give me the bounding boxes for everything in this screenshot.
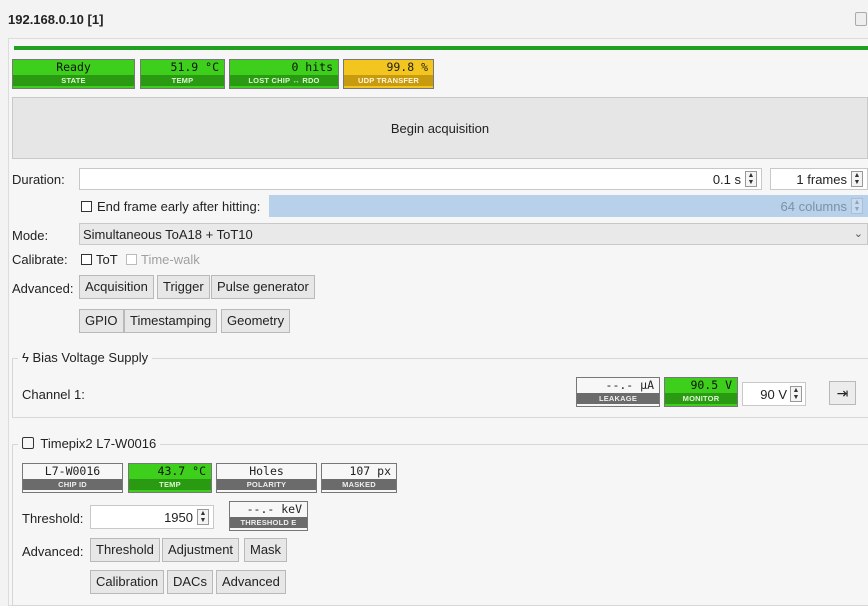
- frames-input[interactable]: 1 frames ▲ ▼: [770, 168, 868, 190]
- temp-value: 51.9 °C: [170, 60, 219, 74]
- threshold-spinner[interactable]: ▲ ▼: [197, 509, 209, 525]
- mode-value: Simultaneous ToA18 + ToT10: [83, 227, 253, 242]
- apply-bias-button[interactable]: ⇥: [829, 381, 856, 405]
- chip-advanced-button[interactable]: Advanced: [216, 570, 286, 594]
- lost-hits-tile: 0 hits LOST CHIP ↔ RDO: [229, 59, 339, 89]
- udp-tile: 99.8 % UDP TRANSFER: [343, 59, 434, 89]
- state-tile: Ready STATE: [12, 59, 135, 89]
- chevron-down-icon: ⌄: [853, 228, 863, 240]
- advanced-label: Advanced:: [12, 281, 74, 296]
- monitor-tile: 90.5 V MONITOR: [664, 377, 738, 407]
- masked-caption: MASKED: [322, 479, 396, 490]
- bias-title: Bias Voltage Supply: [32, 350, 149, 365]
- lightning-icon: ϟ: [22, 350, 29, 365]
- timestamping-button[interactable]: Timestamping: [124, 309, 218, 333]
- mode-label: Mode:: [12, 228, 49, 243]
- duration-seconds-value: 0.1 s: [712, 172, 741, 187]
- duration-seconds-input[interactable]: 0.1 s ▲ ▼: [79, 168, 762, 190]
- leakage-tile: --.- µA LEAKAGE: [576, 377, 660, 407]
- bias-section: [12, 358, 868, 418]
- chip-id-caption: CHIP ID: [23, 479, 122, 490]
- mask-button[interactable]: Mask: [244, 538, 288, 562]
- polarity-caption: POLARITY: [217, 479, 316, 490]
- adjustment-button[interactable]: Adjustment: [162, 538, 240, 562]
- end-early-columns-value: 64 columns: [780, 199, 847, 214]
- trigger-button[interactable]: Trigger: [157, 275, 210, 299]
- polarity-tile: Holes POLARITY: [216, 463, 317, 493]
- calibrate-timewalk-label: Time-walk: [141, 252, 200, 267]
- window-restore-icon[interactable]: [855, 12, 867, 26]
- calibrate-timewalk-checkbox[interactable]: [126, 254, 137, 265]
- threshold-energy-tile: --.- keV THRESHOLD E: [229, 501, 308, 531]
- begin-acquisition-button[interactable]: Begin acquisition: [12, 97, 868, 159]
- duration-label: Duration:: [12, 172, 65, 187]
- chip-temp-caption: TEMP: [129, 479, 211, 490]
- end-early-columns-spinner[interactable]: ▲ ▼: [851, 198, 863, 214]
- calibrate-tot-label: ToT: [96, 252, 118, 267]
- polarity-value: Holes: [249, 464, 284, 478]
- bias-section-header: ϟ Bias Voltage Supply: [18, 350, 153, 365]
- monitor-value: 90.5 V: [690, 378, 732, 392]
- masked-value: 107 px: [349, 464, 391, 478]
- threshold-value: 1950: [164, 510, 193, 525]
- bias-setpoint-input[interactable]: 90 V ▲ ▼: [742, 382, 806, 406]
- acquisition-button[interactable]: Acquisition: [79, 275, 154, 299]
- chip-id-value: L7-W0016: [44, 464, 101, 478]
- calibrate-label: Calibrate:: [12, 252, 68, 267]
- lost-hits-caption: LOST CHIP ↔ RDO: [230, 75, 338, 86]
- temp-caption: TEMP: [141, 75, 224, 86]
- begin-acquisition-label: Begin acquisition: [390, 120, 490, 136]
- monitor-caption: MONITOR: [665, 393, 737, 404]
- chip-icon: [22, 437, 34, 449]
- duration-seconds-spinner[interactable]: ▲ ▼: [745, 171, 757, 187]
- mode-select[interactable]: Simultaneous ToA18 + ToT10 ⌄: [79, 223, 868, 245]
- calibration-button[interactable]: Calibration: [90, 570, 165, 594]
- chip-advanced-label: Advanced:: [22, 544, 84, 559]
- threshold-button[interactable]: Threshold: [90, 538, 160, 562]
- pulse-generator-button[interactable]: Pulse generator: [211, 275, 315, 299]
- bias-setpoint-spinner[interactable]: ▲ ▼: [790, 386, 802, 402]
- chip-id-tile: L7-W0016 CHIP ID: [22, 463, 123, 493]
- gpio-button[interactable]: GPIO: [79, 309, 124, 333]
- state-value: Ready: [56, 60, 91, 74]
- threshold-energy-caption: THRESHOLD E: [230, 517, 307, 528]
- frames-spinner[interactable]: ▲ ▼: [851, 171, 863, 187]
- threshold-input[interactable]: 1950 ▲ ▼: [90, 505, 214, 529]
- bias-channel-label: Channel 1:: [22, 387, 85, 402]
- lost-hits-value: 0 hits: [291, 60, 333, 74]
- frames-value: 1 frames: [796, 172, 847, 187]
- leakage-caption: LEAKAGE: [577, 393, 659, 404]
- dacs-button[interactable]: DACs: [167, 570, 213, 594]
- geometry-button[interactable]: Geometry: [221, 309, 291, 333]
- threshold-label: Threshold:: [22, 511, 84, 526]
- end-early-columns-input[interactable]: 64 columns ▲ ▼: [269, 195, 868, 217]
- masked-tile: 107 px MASKED: [321, 463, 397, 493]
- chip-title: Timepix2 L7-W0016: [40, 436, 157, 451]
- progress-bar: [14, 46, 868, 50]
- bias-setpoint-value: 90 V: [760, 387, 787, 402]
- chip-section-header: Timepix2 L7-W0016: [18, 436, 161, 451]
- temp-tile: 51.9 °C TEMP: [140, 59, 225, 89]
- enter-icon: ⇥: [836, 385, 849, 401]
- threshold-energy-value: --.- keV: [246, 502, 302, 516]
- end-early-label: End frame early after hitting:: [97, 199, 261, 214]
- chip-temp-tile: 43.7 °C TEMP: [128, 463, 212, 493]
- state-caption: STATE: [13, 75, 134, 86]
- udp-caption: UDP TRANSFER: [344, 75, 433, 86]
- chip-temp-value: 43.7 °C: [157, 464, 206, 478]
- calibrate-tot-checkbox[interactable]: [81, 254, 92, 265]
- end-early-checkbox[interactable]: [81, 201, 92, 212]
- udp-value: 99.8 %: [386, 60, 428, 74]
- leakage-value: --.- µA: [605, 378, 654, 392]
- window-title: 192.168.0.10 [1]: [8, 12, 104, 27]
